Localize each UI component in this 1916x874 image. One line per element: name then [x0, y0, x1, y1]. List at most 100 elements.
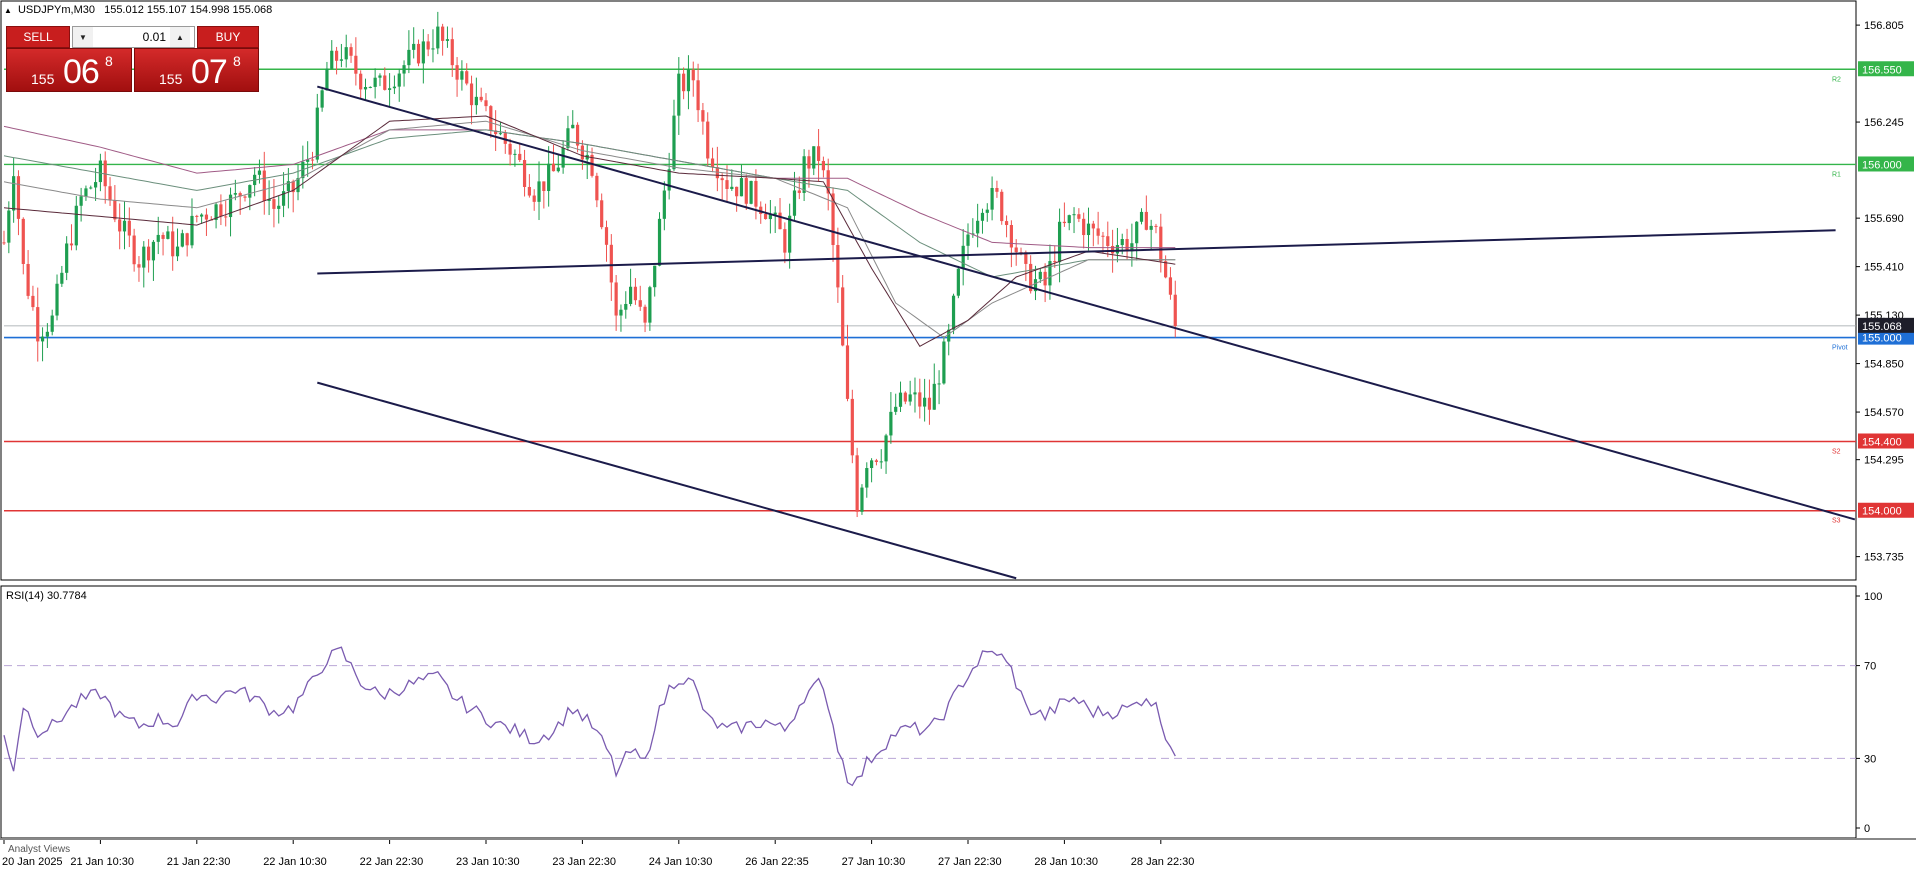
candle-body — [706, 121, 710, 159]
candle-body — [643, 306, 647, 323]
candle-body — [469, 83, 474, 106]
candle-body — [1101, 235, 1105, 237]
candle-body — [884, 435, 888, 462]
level-tag-r2: R2 — [1832, 76, 1841, 83]
candle-body — [166, 231, 170, 239]
candle-body — [373, 77, 377, 87]
candle-body — [638, 300, 642, 307]
lot-increase-icon[interactable]: ▲ — [170, 27, 190, 47]
candle-body — [185, 233, 189, 246]
candle-body — [1135, 221, 1139, 244]
candle-body — [1168, 277, 1173, 295]
buy-price-point: 8 — [233, 53, 241, 69]
candle-body — [821, 160, 825, 171]
candle-body — [330, 50, 334, 69]
candle-body — [12, 176, 16, 211]
candle-body — [349, 47, 353, 56]
candle-body — [672, 115, 676, 170]
candle-body — [845, 345, 850, 399]
candle-body — [320, 90, 324, 108]
time-tick-label: 23 Jan 10:30 — [456, 856, 520, 868]
candle-body — [412, 43, 416, 50]
candle-body — [272, 199, 276, 209]
candle-body — [1144, 211, 1148, 230]
candle-body — [561, 147, 565, 168]
candle-body — [792, 190, 797, 216]
buy-button[interactable]: BUY — [197, 26, 259, 48]
candle-body — [118, 219, 122, 232]
candle-body — [498, 133, 503, 135]
lot-size-input[interactable] — [93, 28, 170, 46]
candle-body — [942, 341, 946, 384]
ohlc-values: 155.012 155.107 154.998 155.068 — [104, 4, 273, 16]
time-tick-label: 27 Jan 10:30 — [842, 856, 906, 868]
candle-body — [334, 50, 339, 61]
candle-body — [913, 392, 917, 395]
candle-body — [629, 286, 633, 304]
candle-body — [990, 187, 994, 210]
candle-body — [233, 193, 237, 195]
candle-body — [132, 235, 136, 265]
candle-body — [431, 48, 435, 50]
candle-body — [1164, 261, 1168, 278]
time-tick-label: 23 Jan 22:30 — [552, 856, 616, 868]
buy-price-prefix: 155 — [159, 71, 183, 87]
candle-body — [739, 178, 744, 197]
candle-body — [1072, 214, 1076, 216]
candle-body — [1086, 223, 1091, 236]
candle-body — [600, 200, 604, 228]
time-tick-label: 20 Jan 2025 — [2, 856, 63, 868]
candle-body — [783, 229, 787, 253]
candle-body — [479, 96, 483, 101]
candle-body — [113, 200, 117, 220]
candle-body — [696, 80, 700, 111]
candle-body — [513, 153, 517, 155]
candle-body — [571, 124, 575, 129]
candle-body — [980, 212, 985, 221]
time-tick-label: 27 Jan 22:30 — [938, 856, 1002, 868]
candle-body — [50, 315, 54, 332]
candle-body — [65, 243, 69, 273]
candle-body — [89, 187, 93, 189]
candle-body — [508, 143, 512, 155]
level-price-label: 154.400 — [1862, 436, 1902, 448]
candle-body — [156, 234, 160, 242]
candle-body — [836, 245, 840, 288]
candle-body — [74, 205, 78, 246]
candle-body — [1149, 225, 1153, 230]
candle-body — [36, 307, 40, 342]
candle-body — [624, 303, 628, 310]
candle-body — [566, 128, 570, 148]
candle-body — [614, 282, 618, 316]
candle-body — [45, 331, 49, 337]
candle-body — [262, 170, 266, 201]
sell-button[interactable]: SELL — [6, 26, 70, 48]
collapse-icon[interactable]: ▲ — [4, 6, 12, 15]
sell-price-button[interactable]: 155 06 8 — [6, 48, 132, 92]
price-tick-label: 154.570 — [1864, 407, 1904, 419]
level-price-label: 156.000 — [1862, 159, 1902, 171]
candle-body — [735, 186, 739, 197]
candle-body — [556, 167, 560, 172]
candle-body — [1009, 225, 1013, 248]
rsi-label: RSI(14) 30.7784 — [6, 590, 87, 602]
chart-canvas[interactable]: 156.805156.245155.690155.410155.130154.8… — [0, 0, 1916, 874]
rsi-tick-label: 70 — [1864, 661, 1876, 673]
candle-body — [339, 59, 343, 61]
candle-body — [691, 69, 695, 81]
lot-decrease-icon[interactable]: ▼ — [73, 27, 93, 47]
candle-body — [812, 146, 816, 169]
candle-body — [161, 234, 165, 239]
candle-body — [710, 158, 715, 168]
candle-body — [175, 246, 180, 257]
time-tick-label: 28 Jan 10:30 — [1034, 856, 1098, 868]
candle-body — [195, 215, 199, 217]
buy-price-button[interactable]: 155 07 8 — [134, 48, 259, 92]
candle-body — [200, 214, 204, 217]
candle-body — [648, 287, 652, 323]
candle-body — [204, 214, 209, 220]
candle-body — [392, 86, 397, 89]
candle-body — [653, 265, 657, 288]
candle-body — [1154, 225, 1158, 227]
candle-body — [609, 244, 613, 283]
